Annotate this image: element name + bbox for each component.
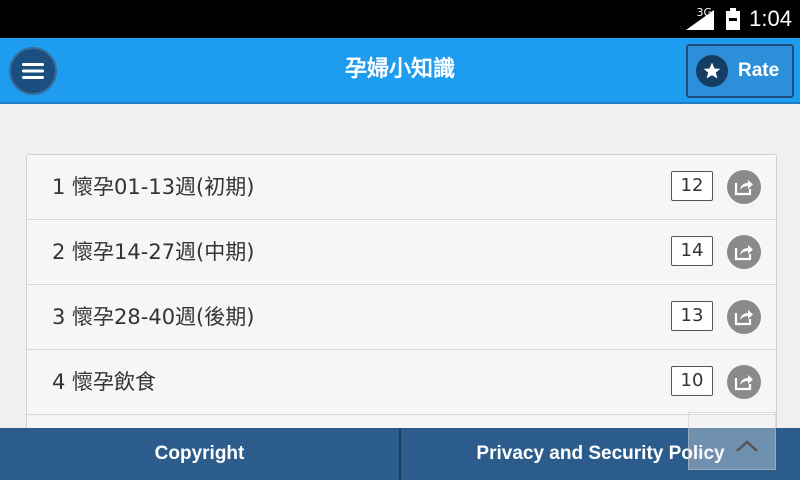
share-button[interactable] [727, 300, 761, 334]
list-item[interactable]: 3 懷孕28-40週(後期) 13 [27, 285, 776, 350]
battery-icon [726, 8, 740, 30]
app-header: 孕婦小知識 Rate [0, 38, 800, 104]
count-badge: 12 [671, 171, 713, 201]
rate-button[interactable]: Rate [686, 44, 794, 98]
scroll-top-button[interactable] [688, 412, 776, 470]
list-item[interactable] [27, 415, 776, 428]
status-bar: 3G 1:04 [0, 0, 800, 38]
footer-bar: Copyright Privacy and Security Policy [0, 428, 800, 480]
share-icon [734, 180, 753, 196]
count-badge: 13 [671, 301, 713, 331]
list-item-label: 1 懷孕01-13週(初期) [52, 175, 255, 199]
share-icon [734, 375, 753, 391]
topic-list: 1 懷孕01-13週(初期) 12 2 懷孕14-27週(中期) 14 3 懷孕… [26, 154, 777, 428]
star-icon [696, 55, 728, 87]
share-button[interactable] [727, 170, 761, 204]
chevron-up-icon [736, 440, 758, 452]
list-item-label: 3 懷孕28-40週(後期) [52, 305, 255, 329]
list-item[interactable]: 4 懷孕飲食 10 [27, 350, 776, 415]
count-badge: 14 [671, 236, 713, 266]
share-icon [734, 245, 753, 261]
page-title: 孕婦小知識 [344, 57, 455, 82]
menu-button[interactable] [9, 47, 57, 95]
count-badge: 10 [671, 366, 713, 396]
list-item-label: 4 懷孕飲食 [52, 370, 157, 394]
list-item[interactable]: 2 懷孕14-27週(中期) 14 [27, 220, 776, 285]
hamburger-icon [22, 63, 44, 79]
share-icon [734, 310, 753, 326]
signal-icon [686, 10, 714, 30]
list-item-label: 2 懷孕14-27週(中期) [52, 240, 255, 264]
share-button[interactable] [727, 365, 761, 399]
share-button[interactable] [727, 235, 761, 269]
rate-label: Rate [738, 60, 780, 81]
main-content: 1 懷孕01-13週(初期) 12 2 懷孕14-27週(中期) 14 3 懷孕… [0, 104, 800, 428]
list-item[interactable]: 1 懷孕01-13週(初期) 12 [27, 155, 776, 220]
copyright-button[interactable]: Copyright [0, 428, 399, 480]
clock: 1:04 [749, 6, 792, 31]
